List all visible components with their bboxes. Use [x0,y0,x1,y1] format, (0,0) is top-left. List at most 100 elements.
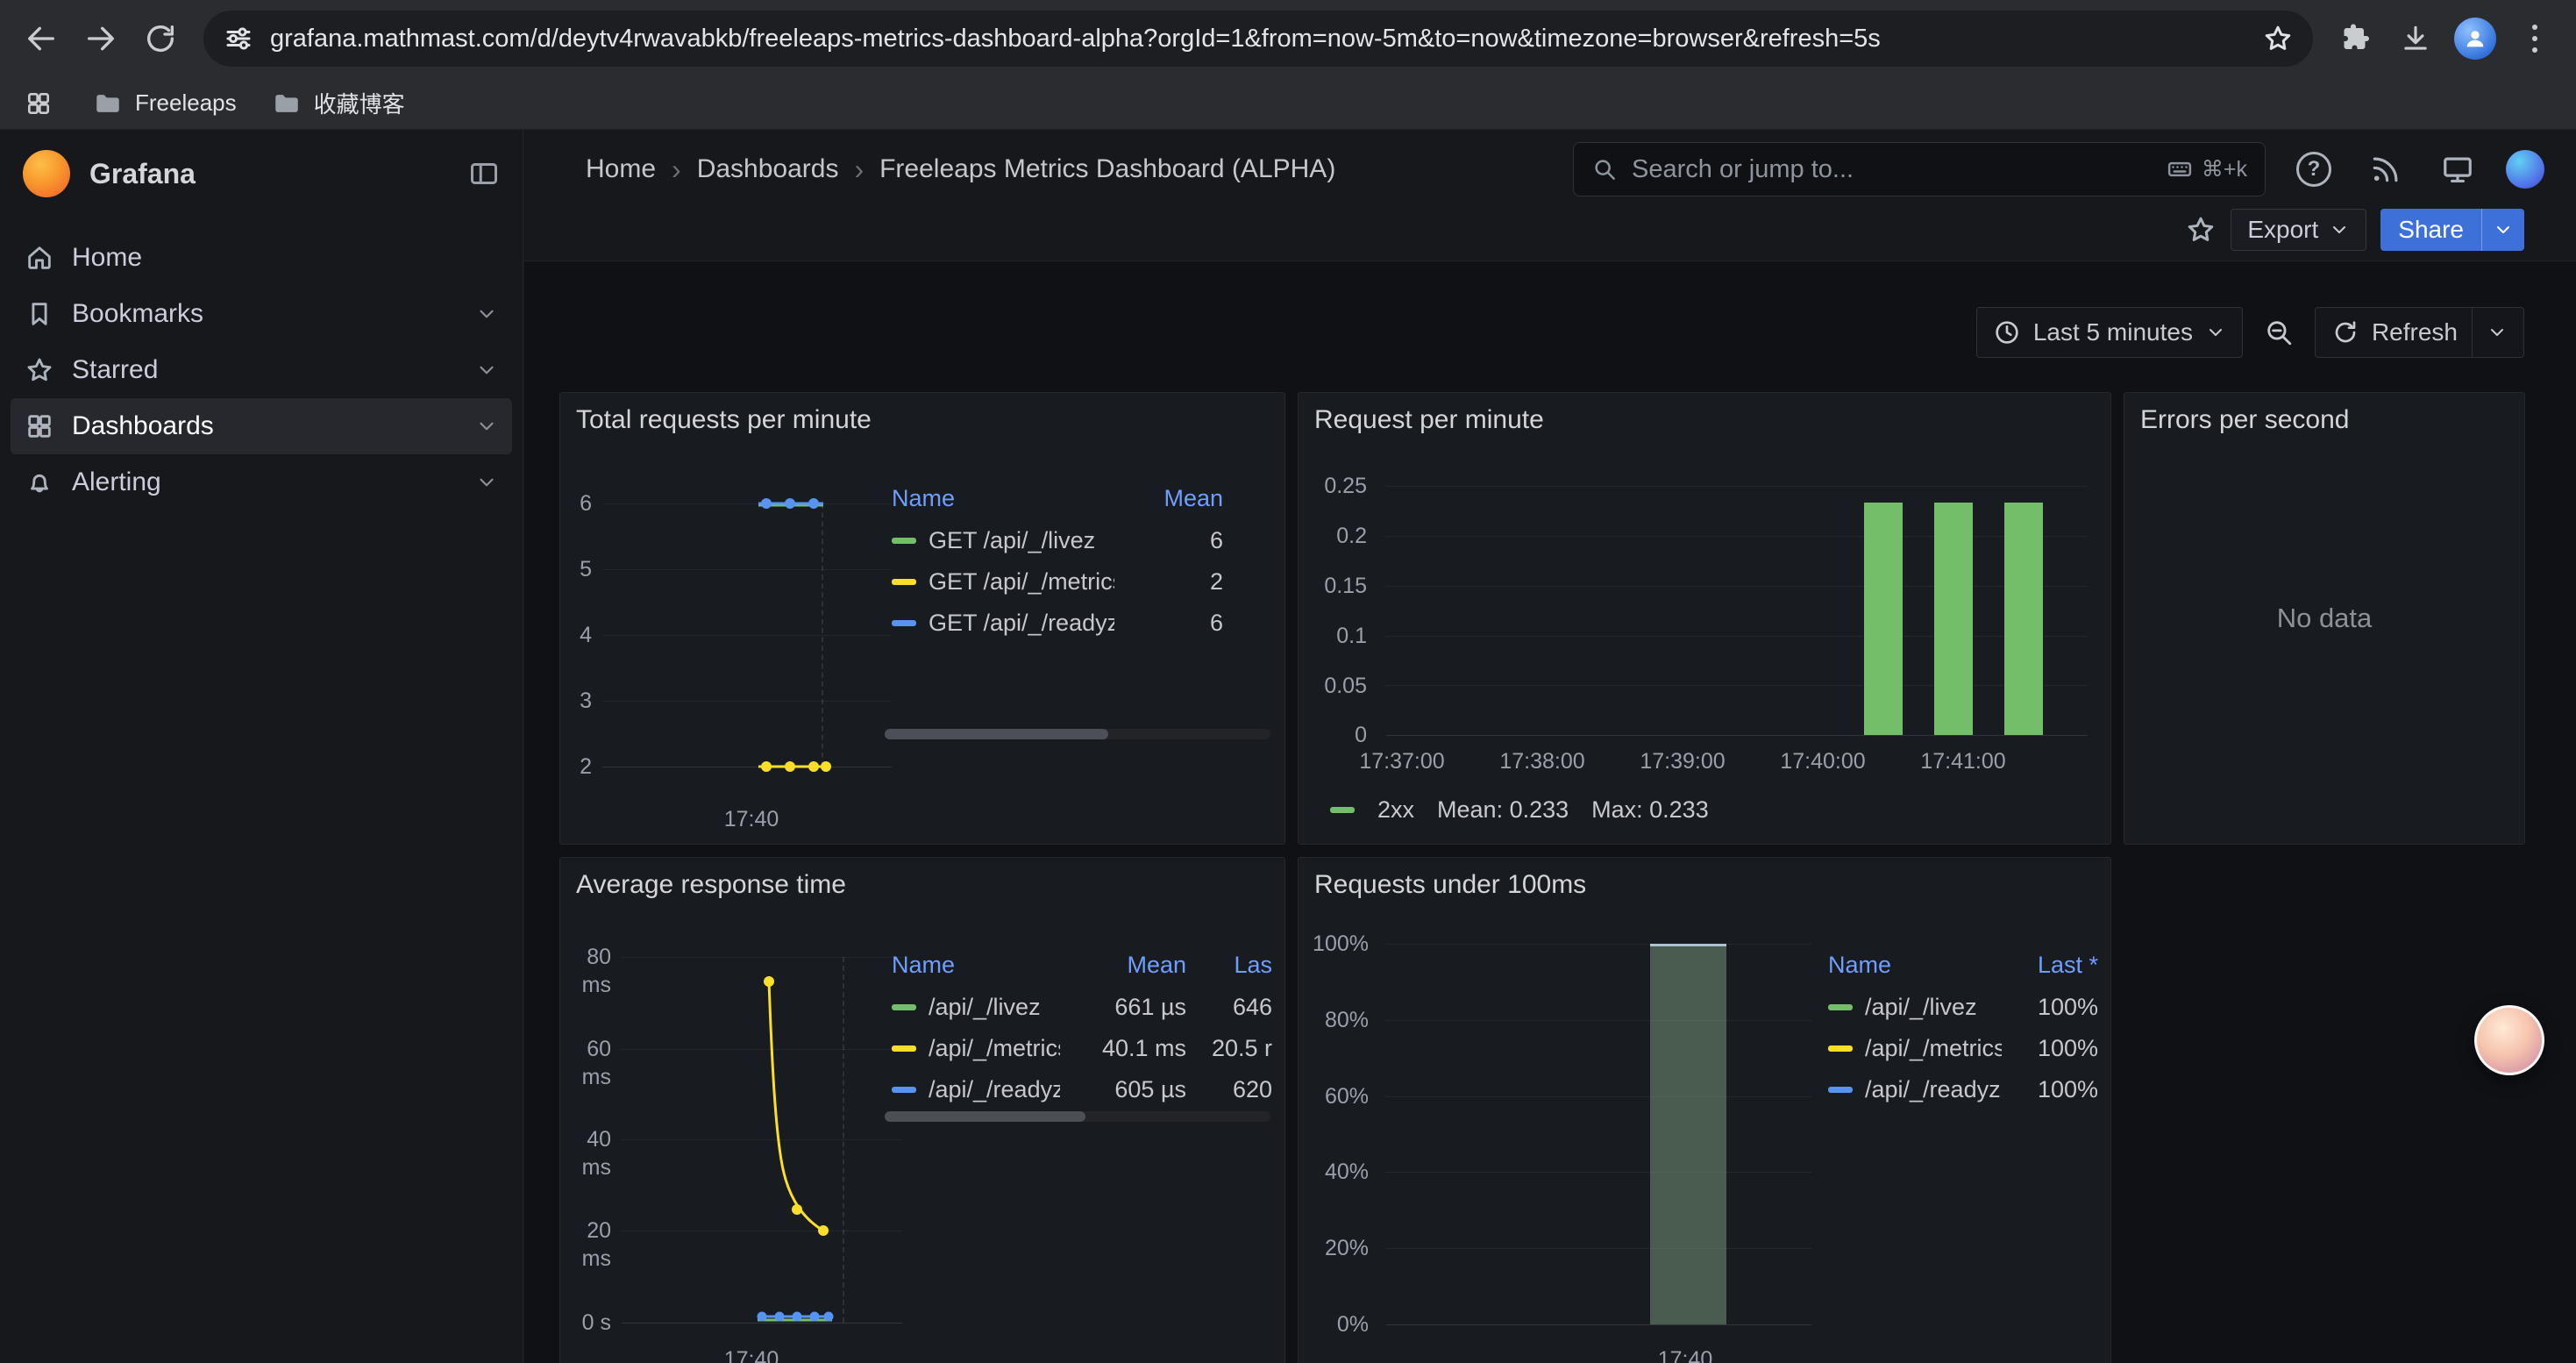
sidebar-item-bookmarks[interactable]: Bookmarks [11,286,512,342]
series-name[interactable]: 2xx [1377,796,1414,824]
legend-col-name[interactable]: Name [892,950,1060,980]
favorite-dashboard-button[interactable] [2185,214,2217,246]
bookmark-folder-blogs[interactable]: 收藏博客 [272,87,405,119]
grafana-logo[interactable] [23,150,70,197]
chevron-down-icon[interactable] [475,359,498,382]
sidebar-item-dashboards[interactable]: Dashboards [11,398,512,454]
share-button[interactable]: Share [2380,209,2524,251]
x-tick: 17:40 [716,1345,786,1363]
legend-scrollbar[interactable] [885,729,1270,739]
help-button[interactable]: ? [2290,146,2338,193]
y-tick: 0.2 [1306,522,1367,550]
legend-row[interactable]: GET /api/_/metrics 2 [892,567,1223,596]
legend-col-mean[interactable]: Mean [1072,950,1186,980]
legend-row[interactable]: /api/_/livez 100% [1828,992,2098,1022]
legend-col-name[interactable]: Name [892,483,1114,513]
news-button[interactable] [2362,146,2409,193]
browser-menu-button[interactable] [2508,11,2562,66]
line-chart [602,503,892,767]
legend-row[interactable]: /api/_/readyz 605 µs 620 [892,1074,1272,1104]
legend-col-last[interactable]: Las [1199,950,1272,980]
plot-area [622,957,902,1323]
panel-errors-per-second: Errors per second No data [2124,392,2525,845]
sidebar-collapse-button[interactable] [468,158,500,189]
bar-2xx [1934,503,1973,735]
bookmark-star-icon[interactable] [2262,23,2294,54]
download-icon [2399,22,2432,55]
chevron-down-icon[interactable] [2487,322,2508,343]
bookmark-folder-freeleaps[interactable]: Freeleaps [93,89,237,118]
legend-row[interactable]: /api/_/livez 661 µs 646 [892,992,1272,1022]
breadcrumb-home[interactable]: Home [586,154,656,184]
sidebar-item-label: Starred [72,355,158,385]
plot-area [602,503,892,767]
series-swatch [1828,1087,1853,1093]
reload-button[interactable] [133,11,188,66]
chevron-down-icon[interactable] [475,303,498,325]
url-bar[interactable]: grafana.mathmast.com/d/deytv4rwavabkb/fr… [203,11,2313,67]
series-mean: Mean: 0.233 [1437,796,1569,824]
sidebar-item-home[interactable]: Home [11,230,512,286]
bookmark-label: 收藏博客 [314,87,405,119]
chevron-down-icon [2493,219,2514,240]
legend-col-last[interactable]: Last * [2014,950,2098,980]
legend-col-mean[interactable]: Mean [1127,483,1223,513]
extensions-button[interactable] [2329,11,2383,66]
grid-icon [25,89,53,118]
search-shortcut: ⌘+k [2167,156,2247,182]
export-button[interactable]: Export [2231,209,2366,251]
scrollbar-thumb[interactable] [885,729,1108,739]
panel-title[interactable]: Request per minute [1314,405,1544,435]
panel-title[interactable]: Total requests per minute [576,405,872,435]
grafana-app: Grafana Home Bookmarks Starred D [0,130,2576,1363]
chevron-down-icon[interactable] [475,471,498,494]
panel-title[interactable]: Requests under 100ms [1314,870,1586,900]
search-input[interactable] [1632,155,2153,184]
series-swatch [892,1045,916,1052]
zoom-out-button[interactable] [2253,307,2304,358]
panel-title[interactable]: Average response time [576,870,846,900]
chevron-down-icon[interactable] [475,415,498,438]
legend-scrollbar[interactable] [885,1111,1270,1122]
apps-grid-button[interactable] [19,84,58,123]
series-swatch [892,620,916,626]
forward-button[interactable] [74,11,128,66]
y-tick: 40 ms [560,1125,611,1181]
reload-icon [143,21,178,56]
profile-avatar [2454,18,2496,60]
dashboard-canvas: Last 5 minutes Refresh Total requests pe… [524,261,2576,1363]
y-tick: 3 [560,687,592,715]
scrollbar-thumb[interactable] [885,1111,1085,1122]
legend-col-name[interactable]: Name [1828,950,2002,980]
panel-average-response-time: Average response time 80 ms 60 ms 40 ms … [559,857,1285,1363]
series-swatch [1330,807,1355,813]
panel-requests-under-100ms: Requests under 100ms 100% 80% 60% 40% 20… [1298,857,2111,1363]
site-settings-icon[interactable] [223,23,254,54]
y-tick: 5 [560,555,592,583]
legend-row[interactable]: /api/_/metrics 100% [1828,1033,2098,1063]
back-button[interactable] [14,11,68,66]
sidebar-header: Grafana [0,130,523,218]
share-dropdown[interactable] [2481,209,2524,251]
breadcrumb-dashboards[interactable]: Dashboards [697,154,839,184]
search-box[interactable]: ⌘+k [1573,142,2266,196]
dashboard-toolbar: Export Share [524,209,2576,261]
legend-row[interactable]: GET /api/_/livez 6 [892,525,1223,555]
legend-row[interactable]: GET /api/_/readyz 6 [892,608,1223,638]
dock-panel-icon [468,158,500,189]
legend-row[interactable]: /api/_/readyz 100% [1828,1074,2098,1104]
series-swatch [1828,1004,1853,1010]
floating-assistant-avatar[interactable] [2474,1005,2544,1075]
profile-button[interactable] [2448,11,2502,66]
downloads-button[interactable] [2388,11,2443,66]
refresh-button[interactable]: Refresh [2315,307,2524,358]
x-tick: 17:40 [1650,1345,1720,1363]
sidebar-item-starred[interactable]: Starred [11,342,512,398]
org-avatar[interactable] [2506,150,2544,189]
display-button[interactable] [2434,146,2481,193]
legend-row[interactable]: /api/_/metrics 40.1 ms 20.5 r [892,1033,1272,1063]
bar-2xx [2004,503,2043,735]
sidebar-item-alerting[interactable]: Alerting [11,454,512,510]
time-range-picker[interactable]: Last 5 minutes [1976,307,2243,358]
x-tick: 17:39:00 [1621,747,1744,775]
